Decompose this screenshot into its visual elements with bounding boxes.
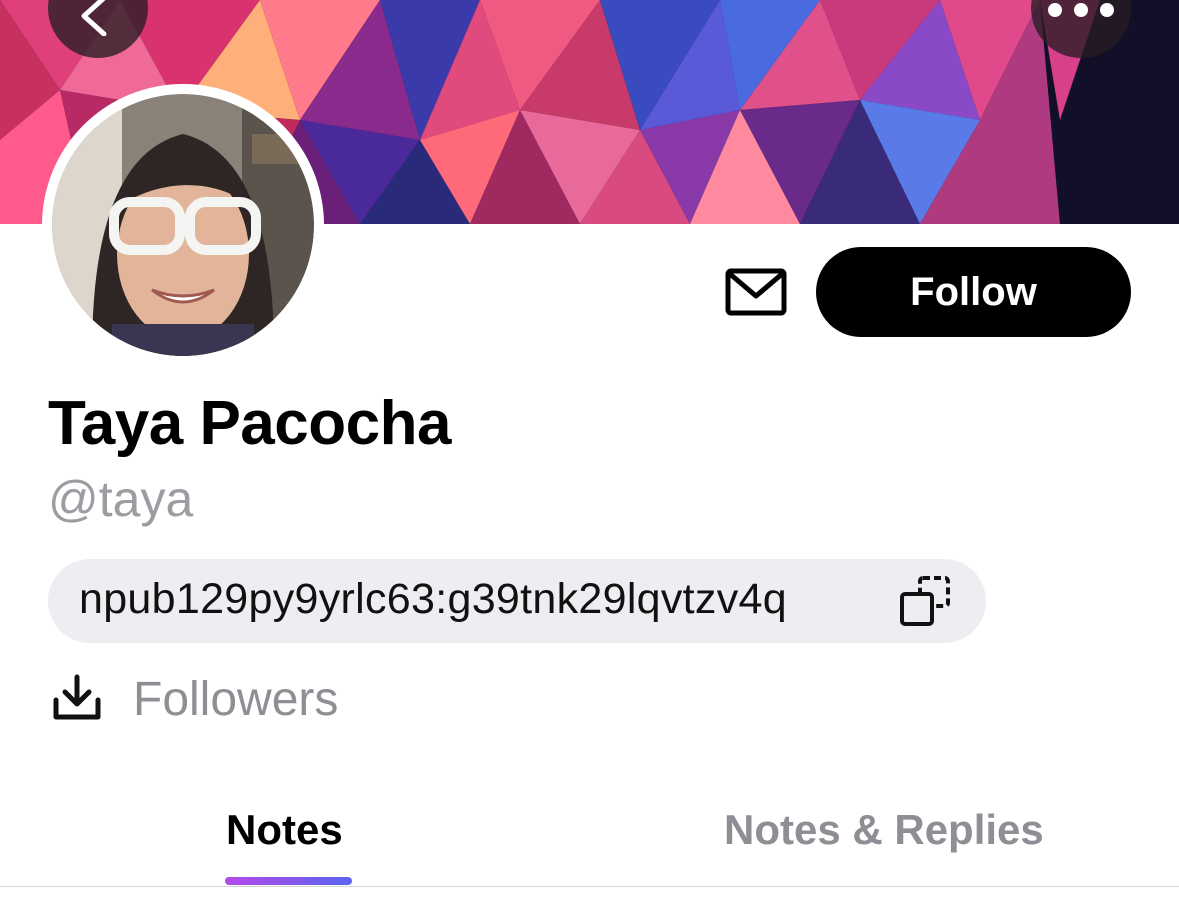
avatar[interactable] [42, 84, 324, 366]
npub-text: npub129py9yrlc63:g39tnk29lqvtzv4q [79, 575, 787, 623]
envelope-icon [725, 268, 787, 316]
tab-notes[interactable]: Notes [226, 806, 343, 854]
followers-link[interactable]: Followers [133, 672, 338, 727]
npub-pill[interactable]: npub129py9yrlc63:g39tnk29lqvtzv4q [48, 559, 986, 643]
active-tab-indicator [225, 877, 352, 885]
chevron-left-icon [81, 0, 107, 36]
download-arrow-icon [53, 674, 101, 720]
tab-notes-and-replies[interactable]: Notes & Replies [724, 806, 1044, 854]
follow-button[interactable]: Follow [816, 247, 1131, 337]
message-button[interactable] [720, 262, 792, 322]
copy-icon [900, 576, 950, 626]
display-name: Taya Pacocha [48, 389, 451, 458]
tabs-divider [0, 886, 1179, 887]
username-handle: @taya [48, 471, 194, 527]
download-icon[interactable] [52, 674, 102, 727]
avatar-image [52, 94, 314, 356]
ellipsis-icon [1048, 3, 1114, 17]
copy-button[interactable] [898, 574, 952, 633]
